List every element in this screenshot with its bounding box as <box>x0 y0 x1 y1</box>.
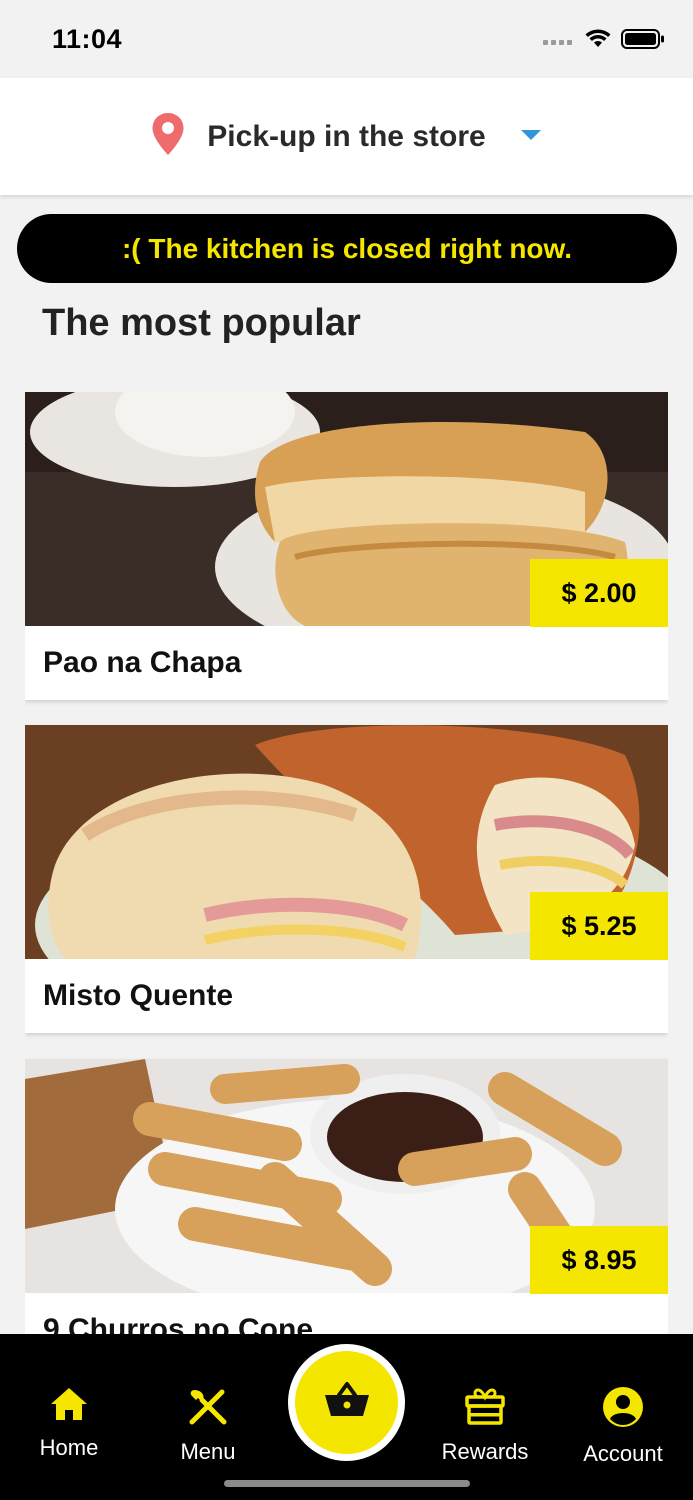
location-pin-icon <box>151 112 185 161</box>
product-card[interactable]: $ 8.95 9 Churros no Cone <box>25 1059 668 1334</box>
product-name[interactable]: Misto Quente <box>43 979 233 1013</box>
product-card[interactable]: $ 5.25 Misto Quente <box>25 725 668 1033</box>
bottom-navigation: Home Menu Rewards Account <box>0 1334 693 1500</box>
price-tag: $ 8.95 <box>530 1226 668 1294</box>
status-bar: 11:04 <box>0 0 693 78</box>
product-name[interactable]: 9 Churros no Cone <box>43 1313 313 1334</box>
signal-icon <box>543 33 575 51</box>
product-card[interactable]: $ 2.00 Pao na Chapa <box>25 392 668 700</box>
nav-account[interactable]: Account <box>563 1386 683 1467</box>
nav-menu[interactable]: Menu <box>148 1386 268 1465</box>
account-icon <box>602 1386 644 1433</box>
utensils-icon <box>188 1386 228 1431</box>
status-time: 11:04 <box>52 24 123 54</box>
nav-account-label: Account <box>583 1441 663 1466</box>
pickup-selector[interactable]: Pick-up in the store <box>0 78 693 195</box>
nav-home-label: Home <box>39 1435 99 1460</box>
product-list[interactable]: $ 2.00 Pao na Chapa $ 5.25 Misto Quente <box>25 392 668 1334</box>
battery-icon <box>621 28 665 55</box>
cart-button[interactable] <box>288 1344 405 1461</box>
pickup-header[interactable]: Pick-up in the store <box>0 78 693 195</box>
caret-down-icon[interactable] <box>520 128 542 146</box>
price-tag: $ 5.25 <box>530 892 668 960</box>
kitchen-closed-banner: :( The kitchen is closed right now. <box>17 214 677 283</box>
nav-menu-label: Menu <box>180 1439 236 1464</box>
basket-icon <box>323 1381 371 1424</box>
price-tag: $ 2.00 <box>530 559 668 627</box>
cart-button-fill <box>295 1351 398 1454</box>
home-icon <box>49 1386 89 1427</box>
section-title: The most popular <box>42 302 361 344</box>
pickup-label: Pick-up in the store <box>207 119 486 153</box>
nav-rewards[interactable]: Rewards <box>425 1386 545 1465</box>
home-indicator <box>224 1480 470 1487</box>
nav-home[interactable]: Home <box>9 1386 129 1461</box>
wifi-icon <box>585 29 611 54</box>
nav-rewards-label: Rewards <box>441 1439 529 1464</box>
status-icons <box>543 28 665 55</box>
banner-text: :( The kitchen is closed right now. <box>121 232 573 264</box>
product-name[interactable]: Pao na Chapa <box>43 646 241 680</box>
gift-icon <box>464 1386 506 1431</box>
